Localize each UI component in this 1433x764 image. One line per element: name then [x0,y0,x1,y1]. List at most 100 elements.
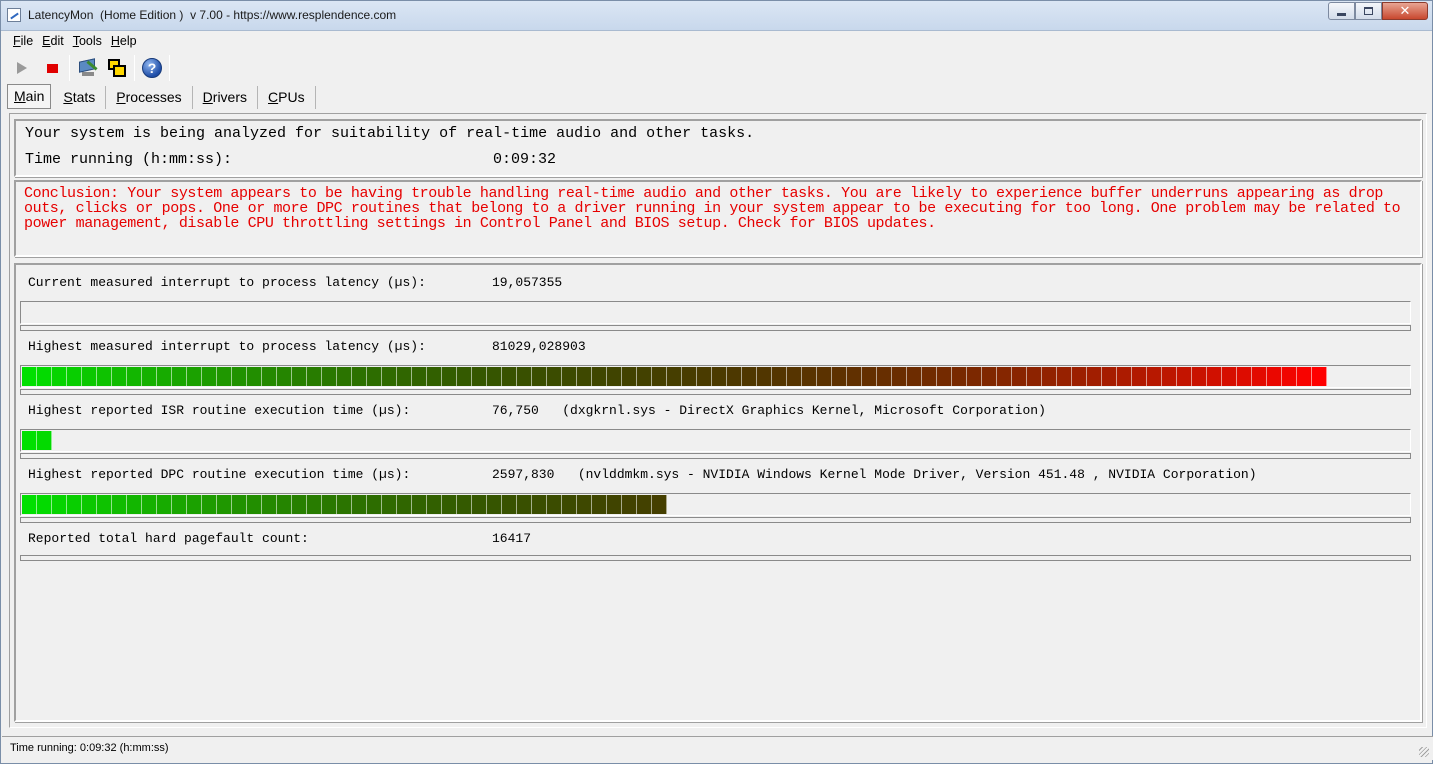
bar-segment [367,495,382,514]
bar-segment [622,495,637,514]
bar-segment [82,367,97,386]
bar-segment [517,495,532,514]
bar-segment [367,367,382,386]
menu-file[interactable]: File [9,31,37,51]
time-running-label: Time running (h:mm:ss): [25,151,233,168]
bar-segment [382,495,397,514]
bar-segment [637,495,652,514]
menu-help[interactable]: Help [107,31,141,51]
bar-segment [127,367,142,386]
minimize-button[interactable] [1328,2,1355,20]
bar-segment [847,367,862,386]
bar-segment [457,367,472,386]
windows-icon [107,58,127,78]
bar-segment [862,367,877,386]
bar-segment [472,495,487,514]
bar-segment [1027,367,1042,386]
close-button[interactable]: ✕ [1382,2,1428,20]
analysis-status-text: Your system is being analyzed for suitab… [25,125,755,142]
tab-stats[interactable]: Stats [53,86,107,109]
bar-segment [547,367,562,386]
bar-segment [1012,367,1027,386]
bar-segment [37,495,52,514]
stop-icon [46,63,58,73]
resize-grip[interactable] [1419,747,1429,757]
current-latency-label: Current measured interrupt to process la… [28,275,426,290]
bar-segment [202,367,217,386]
latencymon-window: LatencyMon (Home Edition ) v 7.00 - http… [0,0,1433,764]
bar-segment [67,495,82,514]
bar-segment [1102,367,1117,386]
bar-segment [1312,367,1327,386]
tab-processes[interactable]: Processes [106,86,193,109]
bar-segment [1252,367,1267,386]
bar-segment [937,367,952,386]
bar-segment [562,367,577,386]
highest-isr-value: 76,750 (dxgkrnl.sys - DirectX Graphics K… [492,403,1046,418]
close-icon: ✕ [1399,3,1411,18]
bar-segment [352,495,367,514]
bar-segment [157,495,172,514]
toolbar: ? [9,52,1428,84]
bar-segment [577,495,592,514]
minimize-icon [1337,12,1346,16]
bar-segment [187,367,202,386]
title-bar[interactable]: LatencyMon (Home Edition ) v 7.00 - http… [1,1,1432,31]
bar-segment [142,367,157,386]
bar-segment [832,367,847,386]
play-icon [17,62,27,74]
window-title: LatencyMon (Home Edition ) v 7.00 - http… [28,8,397,22]
bar-segment [757,367,772,386]
tab-main[interactable]: Main [7,84,52,109]
bar-segment [232,367,247,386]
highest-dpc-label: Highest reported DPC routine execution t… [28,467,411,482]
bar-segment [1057,367,1072,386]
bar-segment [697,367,712,386]
menu-tools[interactable]: Tools [69,31,106,51]
maximize-button[interactable] [1355,2,1382,20]
bar-segment [217,495,232,514]
bar-segment [1192,367,1207,386]
stop-button[interactable] [39,55,65,81]
help-button[interactable]: ? [139,55,165,81]
bar-segment [1087,367,1102,386]
bar-segment [127,495,142,514]
bar-segment [1237,367,1252,386]
bar-segment [517,367,532,386]
bar-segment [877,367,892,386]
tab-drivers[interactable]: Drivers [193,86,259,109]
maximize-icon [1364,7,1373,15]
bar-segment [322,367,337,386]
highest-latency-label: Highest measured interrupt to process la… [28,339,426,354]
windows-button[interactable] [104,55,130,81]
bar-segment [412,367,427,386]
bar-segment [277,367,292,386]
start-button[interactable] [9,55,35,81]
current-latency-bar-base [20,325,1411,331]
tab-cpus[interactable]: CPUs [258,86,316,109]
bar-segment [1042,367,1057,386]
bar-segment [802,367,817,386]
bar-segment [562,495,577,514]
bar-segment [667,367,682,386]
bar-segment [172,367,187,386]
bar-segment [352,367,367,386]
highest-isr-label: Highest reported ISR routine execution t… [28,403,411,418]
menu-edit[interactable]: Edit [38,31,68,51]
bar-segment [322,495,337,514]
bar-segment [742,367,757,386]
bar-segment [607,367,622,386]
bar-segment [442,495,457,514]
bar-segment [487,367,502,386]
bar-segment [652,495,667,514]
monitor-icon [77,58,98,78]
monitor-button[interactable] [74,55,100,81]
bar-segment [187,495,202,514]
bar-segment [997,367,1012,386]
bar-segment [67,367,82,386]
highest-isr-bar-base [20,453,1411,459]
bar-segment [967,367,982,386]
bar-segment [532,367,547,386]
bar-segment [637,367,652,386]
menu-bar: File Edit Tools Help [9,31,1428,51]
